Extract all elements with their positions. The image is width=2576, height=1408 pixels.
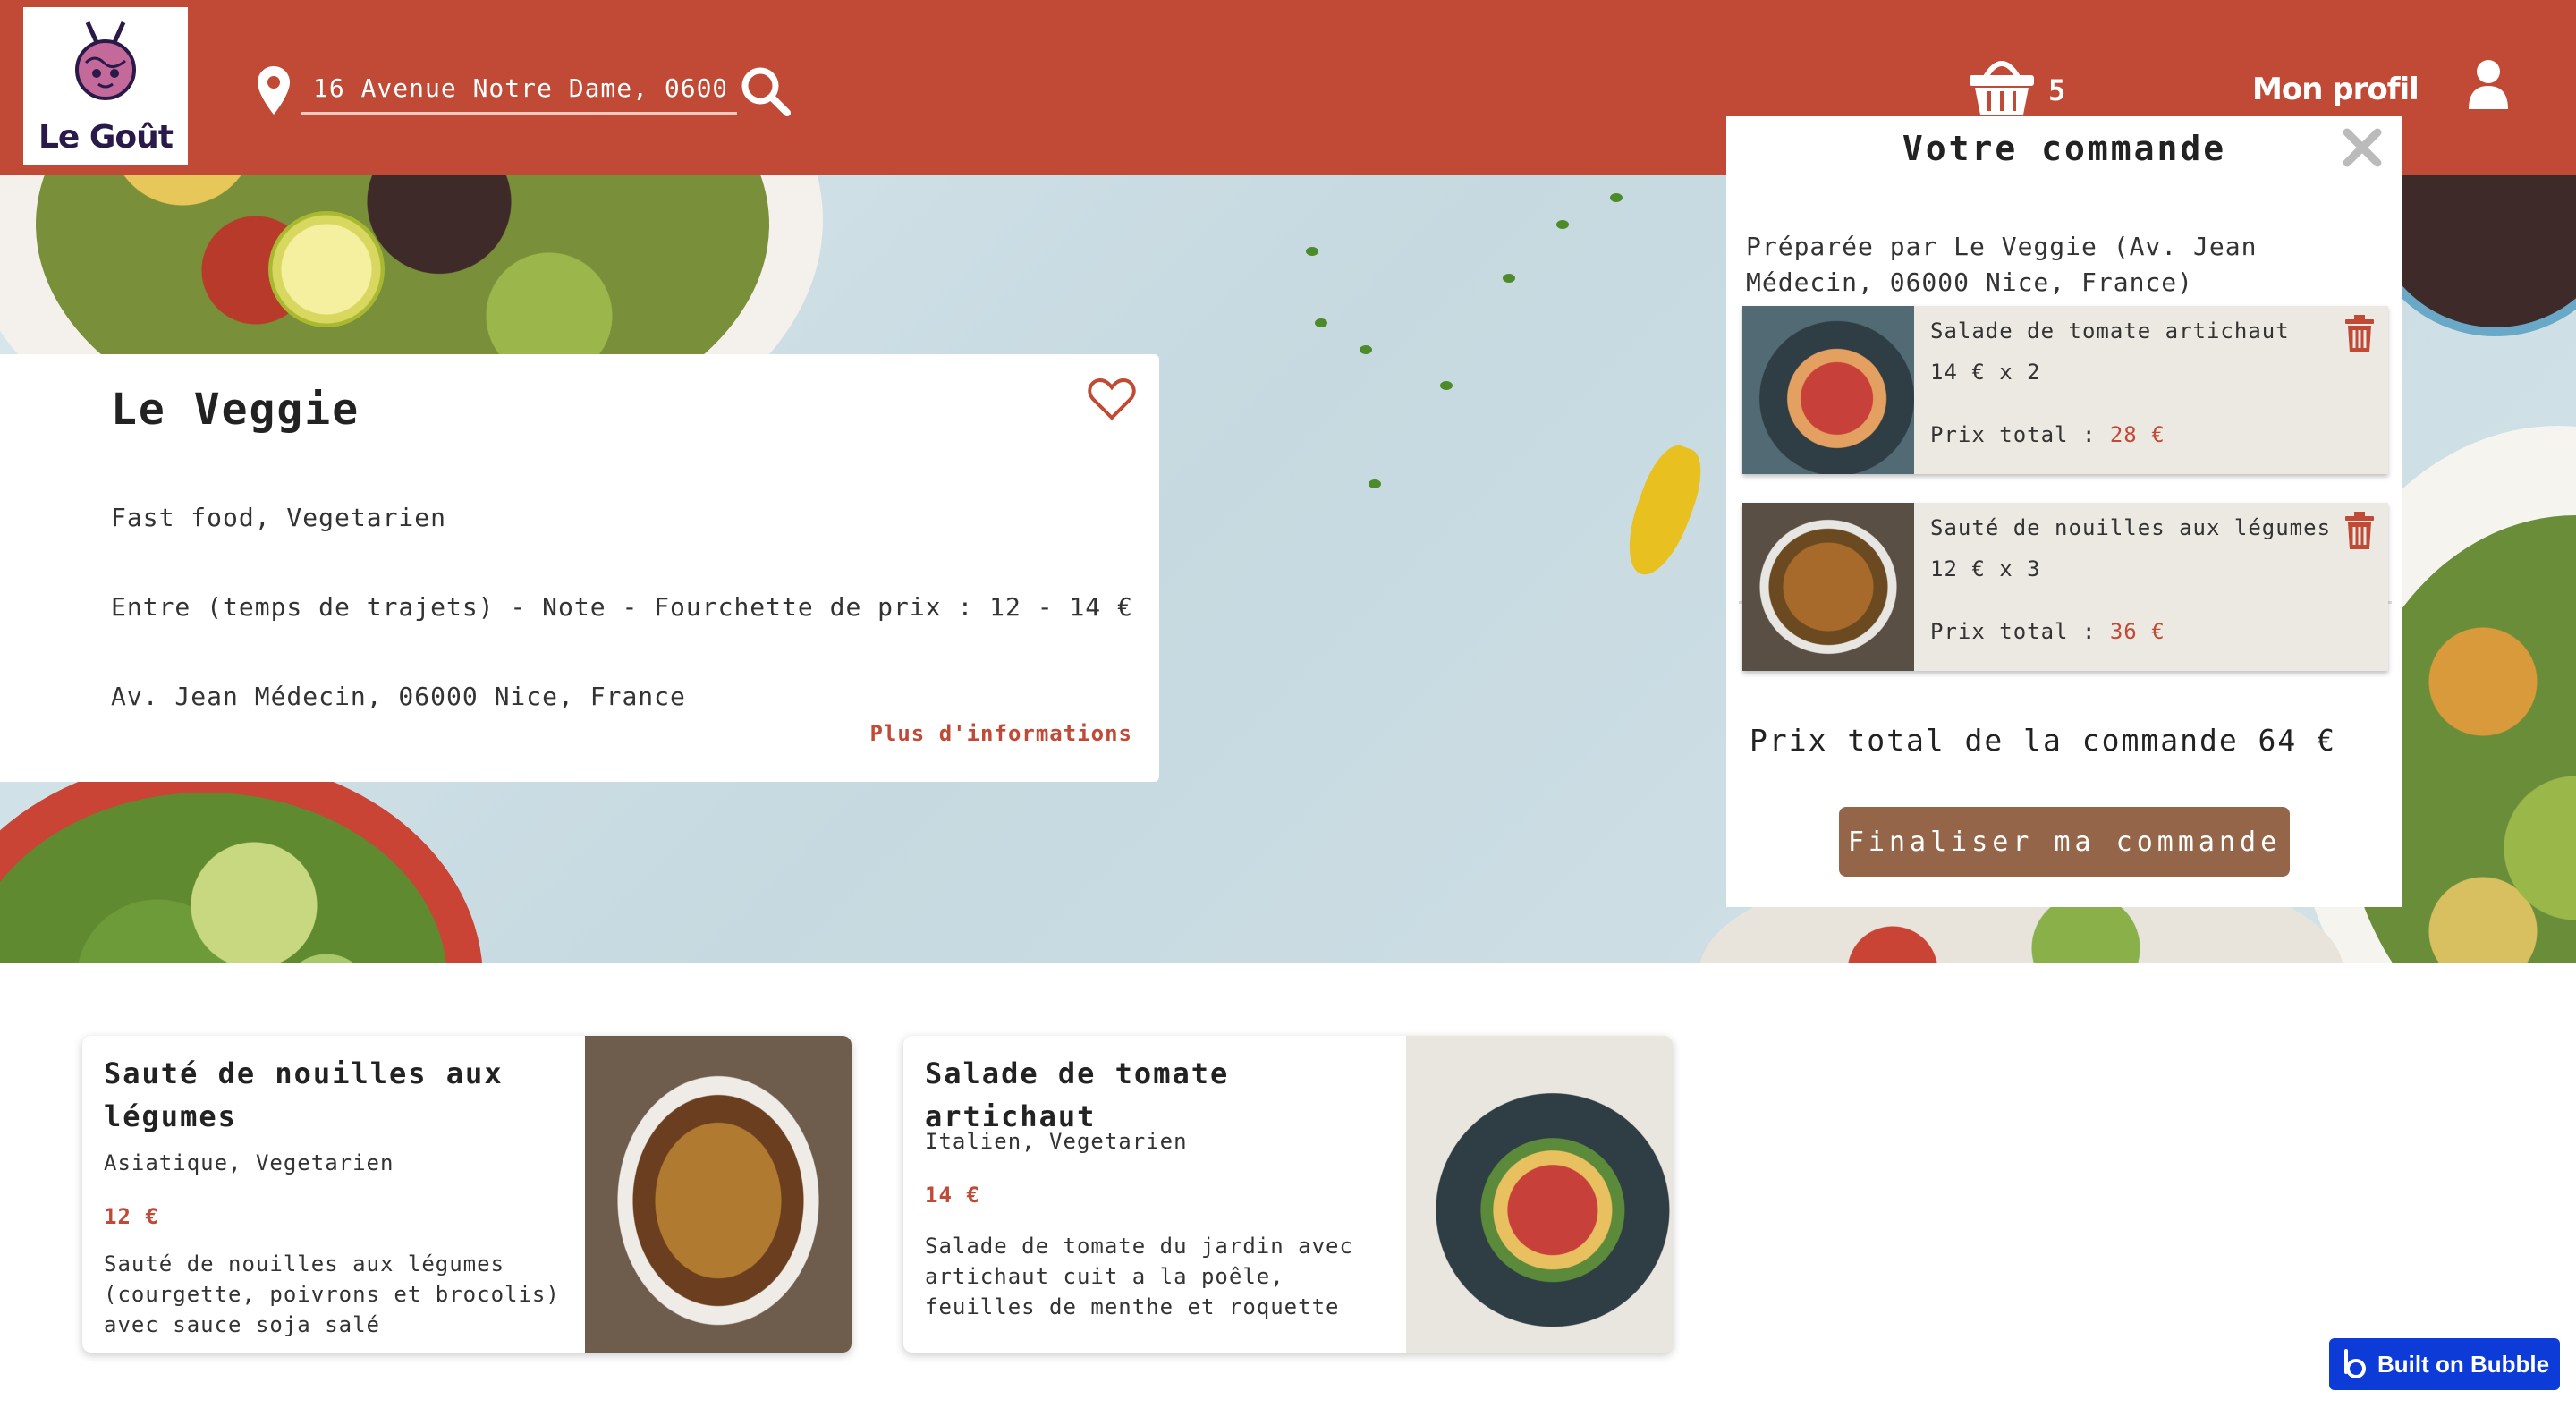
restaurant-name: Le Veggie [111,385,360,435]
herb-image [1360,345,1372,354]
profile-link[interactable]: Mon profil [2252,72,2419,107]
order-item-image [1742,306,1914,474]
search-icon[interactable] [739,64,792,118]
order-item-total: Prix total : 36 € [1930,619,2165,644]
restaurant-meta: Entre (temps de trajets) - Note - Fourch… [111,592,1133,622]
herb-image [1306,247,1318,256]
trash-icon[interactable] [2343,315,2376,352]
herb-image [1440,381,1453,390]
order-item-total-label: Prix total : [1930,619,2110,644]
user-icon[interactable] [2467,59,2510,109]
herb-image [1368,479,1381,488]
dish-category: Italien, Vegetarien [925,1129,1188,1154]
order-panel: Votre commande Préparée par Le Veggie (A… [1726,116,2402,907]
badge-label: Built on Bubble [2377,1350,2550,1378]
cart-count: 5 [2048,73,2066,107]
dish-description: Salade de tomate du jardin avec artichau… [925,1234,1353,1319]
dish-image [585,1036,852,1353]
prepared-by-text: Préparée par Le Veggie (Av. Jean Médecin… [1746,232,2258,297]
dish-image [1406,1036,1673,1353]
lemon-image [268,211,385,327]
finalize-order-button[interactable]: Finaliser ma commande [1839,807,2290,877]
built-on-bubble-badge[interactable]: Built on Bubble [2329,1338,2560,1390]
order-item-total-amount: 28 € [2109,422,2165,447]
order-item-image [1742,503,1914,671]
order-item-name: Salade de tomate artichaut [1930,318,2290,344]
map-pin-icon [258,66,290,115]
restaurant-address: Av. Jean Médecin, 06000 Nice, France [111,682,686,711]
order-item-total: Prix total : 28 € [1930,422,2165,447]
order-item-qty: 14 € x 2 [1930,360,2041,385]
herb-image [1610,193,1623,202]
dish-price: 12 € [104,1204,159,1229]
herb-image [1315,318,1327,327]
order-item-total-label: Prix total : [1930,422,2110,447]
dish-description: Sauté de nouilles aux légumes (courgette… [104,1251,560,1337]
bubble-logo-icon [2344,1349,2366,1378]
order-grand-total: Prix total de la commande 64 € [1750,723,2337,758]
order-title: Votre commande [1902,129,2227,168]
address-input[interactable] [301,64,737,115]
dish-card[interactable]: Sauté de nouilles aux légumes Asiatique,… [82,1036,852,1353]
more-info-link[interactable]: Plus d'informations [869,721,1132,746]
order-item-qty: 12 € x 3 [1930,556,2041,581]
order-item-name: Sauté de nouilles aux légumes [1930,515,2332,540]
order-item: Salade de tomate artichaut 14 € x 2 Prix… [1742,306,2388,474]
heart-icon[interactable] [1088,377,1136,420]
dish-name: Salade de tomate artichaut [925,1056,1230,1133]
dish-category: Asiatique, Vegetarien [104,1150,394,1175]
herb-image [1556,220,1569,229]
order-item-total-amount: 36 € [2109,619,2165,644]
restaurant-info-card: Le Veggie Fast food, Vegetarien Entre (t… [0,354,1159,782]
trash-icon[interactable] [2343,512,2376,549]
dish-card[interactable]: Salade de tomate artichaut Italien, Vege… [903,1036,1673,1353]
basket-icon[interactable] [1968,55,2036,116]
logo[interactable]: Le Goût [23,7,188,165]
restaurant-categories: Fast food, Vegetarien [111,503,447,532]
order-item: Sauté de nouilles aux légumes 12 € x 3 P… [1742,503,2388,671]
logo-text: Le Goût [38,119,174,156]
herb-image [1503,274,1515,283]
noodle-bowl-mascot-icon [75,21,136,100]
dish-price: 14 € [925,1183,980,1208]
dish-name: Sauté de nouilles aux légumes [104,1056,504,1133]
close-icon[interactable] [2342,127,2383,168]
